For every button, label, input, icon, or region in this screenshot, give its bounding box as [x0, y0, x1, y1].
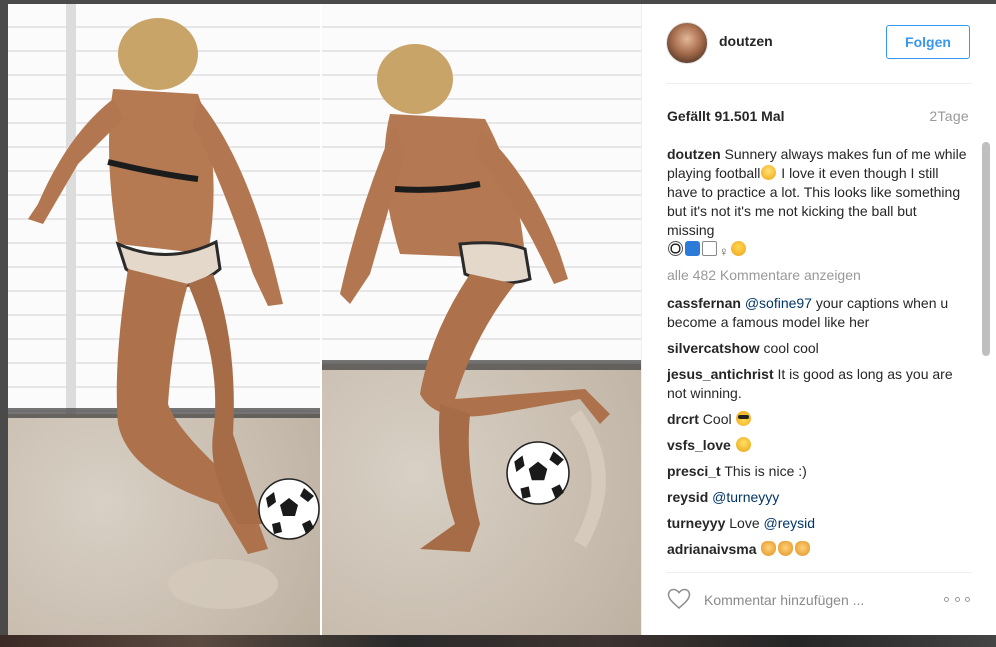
follow-button[interactable]: Folgen [886, 25, 970, 59]
comments-list[interactable]: doutzen Sunnery always makes fun of me w… [667, 145, 967, 565]
comment-item: turneyyy Love @reysid [667, 514, 967, 533]
background-strip [0, 635, 996, 647]
heart-icon[interactable] [667, 588, 691, 610]
dot [965, 596, 970, 602]
comment-item: jesus_antichrist It is good as long as y… [667, 365, 967, 403]
soccer-ball-icon [258, 478, 320, 540]
cat-emoji-icon [761, 541, 777, 556]
comment-text: This is nice :) [724, 463, 807, 479]
comment-username[interactable]: adrianaivsma [667, 541, 757, 557]
avatar[interactable] [666, 22, 708, 64]
caption-username[interactable]: doutzen [667, 146, 721, 162]
comment-item: adrianaivsma [667, 540, 967, 559]
caption: doutzen Sunnery always makes fun of me w… [667, 145, 967, 259]
comment-username[interactable]: presci_t [667, 463, 721, 479]
comment-item: vsfs_love [667, 436, 967, 455]
soccer-emoji-icon [668, 241, 683, 256]
instagram-post-frame: doutzen Folgen Gefällt 91.501 Mal 2Tage … [0, 0, 996, 647]
comments-scrollbar-thumb[interactable] [982, 142, 990, 356]
comment-input[interactable] [704, 589, 924, 611]
cat-emoji-icon [795, 541, 811, 556]
photo-panel-right [320, 4, 641, 635]
likes-count[interactable]: Gefällt 91.501 Mal [667, 108, 785, 124]
runner-emoji-icon [685, 241, 700, 256]
footer-divider [666, 572, 972, 573]
post-photo[interactable] [8, 4, 641, 635]
header-divider [666, 83, 972, 84]
post-sidebar: doutzen Folgen Gefällt 91.501 Mal 2Tage … [641, 4, 996, 635]
comment-text: cool cool [763, 340, 819, 356]
comment-username[interactable]: jesus_antichrist [667, 366, 774, 382]
comment-username[interactable]: turneyyy [667, 515, 725, 531]
smiling-emoji-icon [735, 437, 751, 452]
comment-item: presci_t This is nice :) [667, 462, 967, 481]
female-sign-emoji-icon: ♀ [719, 244, 729, 259]
player-figure [340, 44, 610, 552]
winking-face-emoji-icon [730, 241, 746, 256]
comment-item: reysid @turneyyy [667, 488, 967, 507]
dot [944, 596, 949, 602]
comment-mention[interactable]: @sofine97 [745, 295, 812, 311]
cat-emoji-icon [778, 541, 794, 556]
comment-username[interactable]: drcrt [667, 411, 699, 427]
dot [954, 596, 960, 602]
author-username[interactable]: doutzen [719, 33, 773, 49]
more-options-icon[interactable] [944, 592, 970, 606]
photo-divider [320, 4, 322, 635]
soccer-ball-icon [506, 441, 570, 505]
post-time[interactable]: 2Tage [929, 108, 969, 124]
comment-username[interactable]: reysid [667, 489, 708, 505]
photo-panel-left [8, 4, 320, 635]
symbol-emoji-icon [702, 241, 717, 256]
comment-item: cassfernan @sofine97 your captions when … [667, 294, 967, 332]
comment-username[interactable]: cassfernan [667, 295, 741, 311]
player-figure [28, 18, 283, 609]
grimacing-emoji-icon [761, 165, 777, 180]
view-all-comments-link[interactable]: alle 482 Kommentare anzeigen [667, 266, 967, 285]
comment-item: silvercatshow cool cool [667, 339, 967, 358]
comment-text: Cool [702, 411, 732, 427]
sunglasses-emoji-icon [736, 411, 752, 426]
comment-item: drcrt Cool [667, 410, 967, 429]
comment-text: Love [729, 515, 764, 531]
comment-username[interactable]: vsfs_love [667, 437, 731, 453]
comment-mention[interactable]: @turneyyy [712, 489, 779, 505]
comment-username[interactable]: silvercatshow [667, 340, 760, 356]
post-header: doutzen Folgen [642, 4, 996, 84]
comment-mention[interactable]: @reysid [764, 515, 816, 531]
